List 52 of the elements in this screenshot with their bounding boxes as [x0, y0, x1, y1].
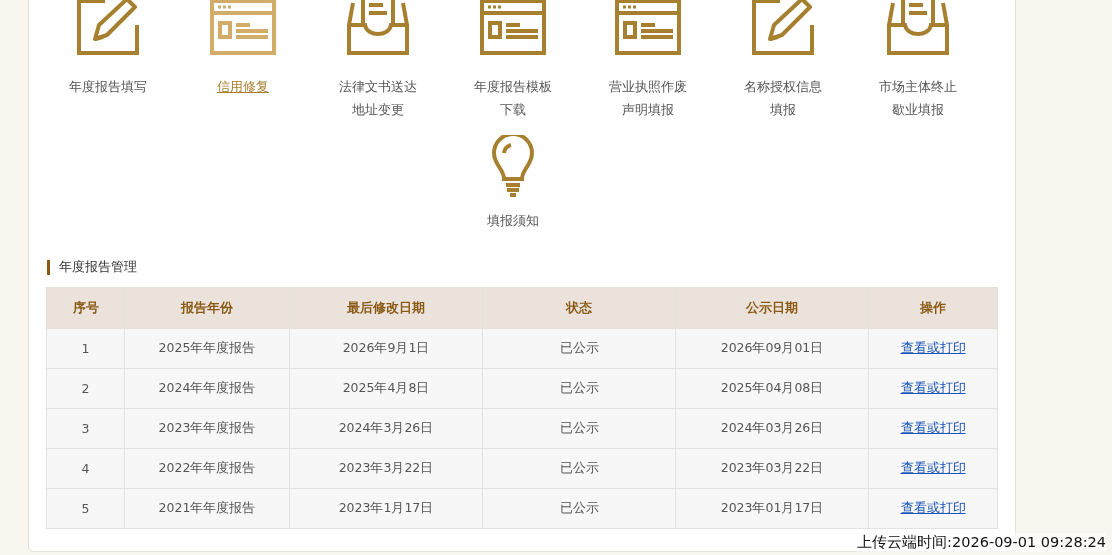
table-cell: 已公示: [482, 448, 676, 489]
service-link[interactable]: 名称授权信息填报: [744, 75, 822, 121]
column-header: 序号: [46, 287, 125, 329]
form-icon[interactable]: [615, 0, 681, 57]
table-cell: 2024年03月26日: [675, 408, 869, 449]
service-link[interactable]: 市场主体终止歇业填报: [879, 75, 957, 121]
table-cell: 4: [46, 448, 125, 489]
table-cell: 2024年年度报告: [124, 368, 290, 409]
table-cell: 2024年3月26日: [289, 408, 483, 449]
table-cell: 2023年03月22日: [675, 448, 869, 489]
table-cell: 2021年年度报告: [124, 488, 290, 529]
table-cell: 已公示: [482, 408, 676, 449]
table-cell: 2025年04月08日: [675, 368, 869, 409]
view-print-link[interactable]: 查看或打印: [900, 340, 966, 355]
view-print-link[interactable]: 查看或打印: [900, 460, 966, 475]
column-header: 最后修改日期: [289, 287, 483, 329]
upload-timestamp: 上传云端时间:2026-09-01 09:28:24: [857, 533, 1106, 552]
service-link[interactable]: 法律文书送达地址变更: [339, 75, 417, 121]
table-cell: 2025年4月8日: [289, 368, 483, 409]
table-cell: 2023年01月17日: [675, 488, 869, 529]
view-print-link[interactable]: 查看或打印: [900, 420, 966, 435]
view-print-link[interactable]: 查看或打印: [900, 380, 966, 395]
form-icon[interactable]: [480, 0, 546, 57]
column-header: 公示日期: [675, 287, 869, 329]
inbox-icon[interactable]: [345, 0, 411, 57]
table-cell: 已公示: [482, 488, 676, 529]
table-cell: 1: [46, 328, 125, 369]
form-icon[interactable]: [210, 0, 276, 57]
inbox-icon[interactable]: [885, 0, 951, 57]
table-cell: 已公示: [482, 368, 676, 409]
table-cell: 3: [46, 408, 125, 449]
service-link[interactable]: 年度报告模板下载: [474, 75, 552, 121]
service-link[interactable]: 营业执照作废声明填报: [609, 75, 687, 121]
table-cell: 2022年年度报告: [124, 448, 290, 489]
table-cell: 2023年年度报告: [124, 408, 290, 449]
section-title: 年度报告管理: [59, 258, 137, 276]
table-cell: 2023年3月22日: [289, 448, 483, 489]
table-cell: 已公示: [482, 328, 676, 369]
pencil-icon[interactable]: [75, 0, 141, 57]
pencil-icon[interactable]: [750, 0, 816, 57]
table-cell: 2023年1月17日: [289, 488, 483, 529]
service-link[interactable]: 年度报告填写: [69, 75, 147, 98]
column-header: 报告年份: [124, 287, 290, 329]
table-cell: 2026年9月1日: [289, 328, 483, 369]
service-link[interactable]: 填报须知: [487, 209, 539, 232]
table-cell: 2026年09月01日: [675, 328, 869, 369]
table-cell: 2025年年度报告: [124, 328, 290, 369]
table-cell: 5: [46, 488, 125, 529]
column-header: 操作: [868, 287, 998, 329]
column-header: 状态: [482, 287, 676, 329]
view-print-link[interactable]: 查看或打印: [900, 500, 966, 515]
table-cell: 2: [46, 368, 125, 409]
